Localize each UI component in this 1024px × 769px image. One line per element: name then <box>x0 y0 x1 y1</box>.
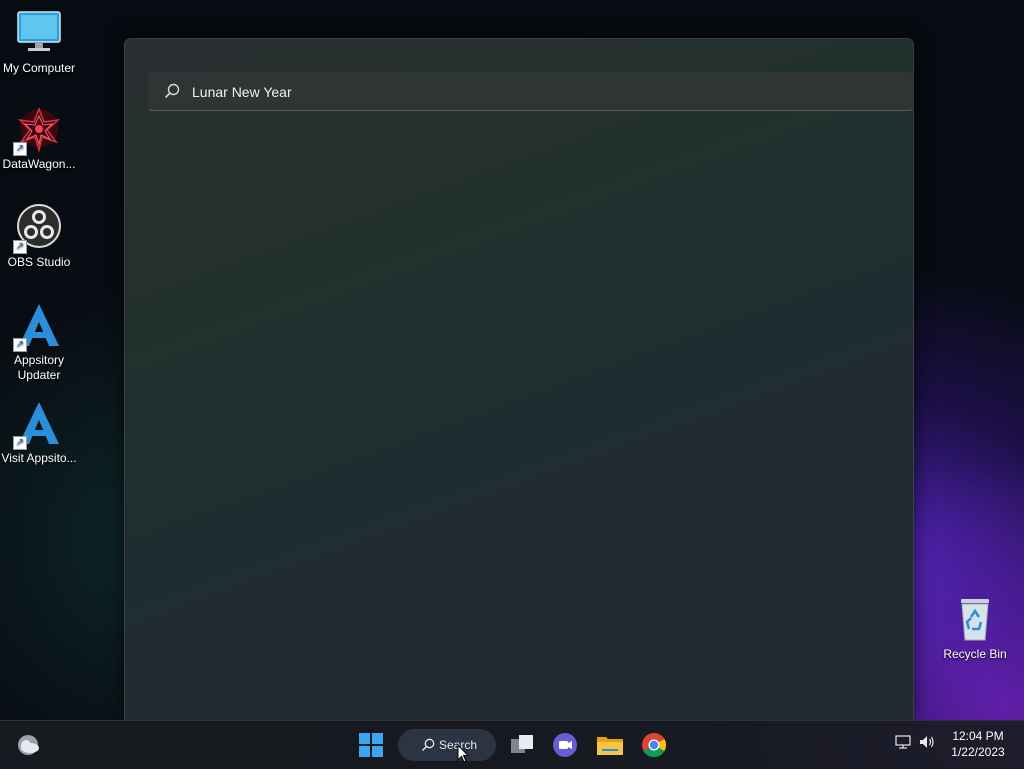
clock-time: 12:04 PM <box>952 729 1004 743</box>
search-box[interactable] <box>148 72 913 112</box>
desktop-icon-label: Appsitory Updater <box>13 353 65 382</box>
file-explorer-icon[interactable] <box>594 729 626 761</box>
desktop-icon-label: Visit Appsito... <box>1 451 77 465</box>
desktop-icon-obs-studio[interactable]: ↗ OBS Studio <box>1 204 77 270</box>
search-icon <box>421 738 435 752</box>
search-icon <box>164 83 180 99</box>
taskbar-clock[interactable]: 12:04 PM 1/22/2023 <box>938 728 1018 760</box>
obs-icon: ↗ <box>13 204 63 254</box>
desktop-icon-label: OBS Studio <box>7 255 71 269</box>
chat-icon[interactable] <box>549 729 581 761</box>
network-icon[interactable] <box>894 733 912 756</box>
desktop-icon-datawagon[interactable]: ↗ DataWagon... <box>1 106 77 172</box>
appsitory-icon: ↗ <box>13 302 63 352</box>
shortcut-arrow-icon: ↗ <box>13 338 27 352</box>
clock-date: 1/22/2023 <box>951 745 1005 759</box>
chrome-icon[interactable] <box>638 729 670 761</box>
task-view-icon[interactable] <box>506 729 538 761</box>
desktop-icon-label: Recycle Bin <box>943 647 1007 661</box>
desktop-icon-label: DataWagon... <box>2 157 76 171</box>
desktop-icon-visit-appsitory[interactable]: ↗ Visit Appsito... <box>1 400 77 466</box>
search-input[interactable] <box>190 72 894 112</box>
search-panel <box>124 38 914 721</box>
desktop-icon-label: My Computer <box>2 61 76 75</box>
datawagon-icon: ↗ <box>13 106 63 156</box>
mouse-cursor-icon <box>457 743 470 764</box>
volume-icon[interactable] <box>918 733 936 756</box>
appsitory-icon: ↗ <box>13 400 63 450</box>
taskbar-search-button[interactable]: Search <box>398 729 496 761</box>
monitor-icon <box>15 10 63 58</box>
start-icon[interactable] <box>355 729 387 761</box>
shortcut-arrow-icon: ↗ <box>13 436 27 450</box>
desktop-icon-recycle-bin[interactable]: Recycle Bin <box>937 596 1013 662</box>
shortcut-arrow-icon: ↗ <box>13 240 27 254</box>
desktop-icon-appsitory-updater[interactable]: ↗ Appsitory Updater <box>1 302 77 383</box>
desktop-icon-my-computer[interactable]: My Computer <box>1 10 77 76</box>
taskbar: Search 12:04 PM 1/22/2023 <box>0 720 1024 769</box>
recycle-bin-icon <box>951 596 999 644</box>
shortcut-arrow-icon: ↗ <box>13 142 27 156</box>
weather-icon[interactable] <box>12 729 44 761</box>
